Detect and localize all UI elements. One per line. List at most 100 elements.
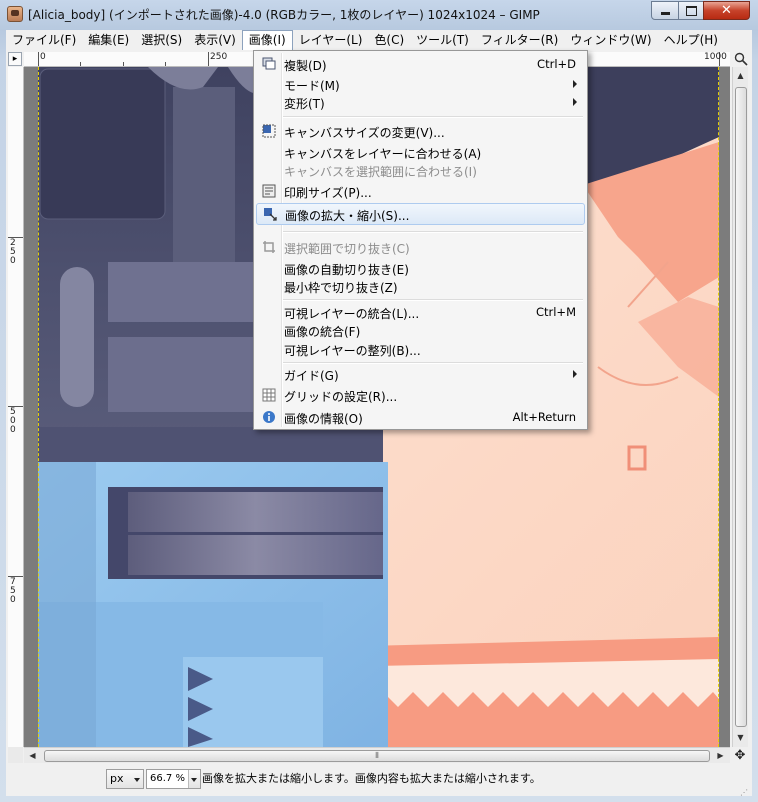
ruler-tick	[208, 52, 209, 66]
crop-icon	[263, 241, 275, 253]
resize-grip-icon[interactable]: ⋰	[740, 788, 752, 798]
menu-item-label: 最小枠で切り抜き(Z)	[284, 281, 398, 295]
menu-item-print-size[interactable]: 印刷サイズ(P)...	[256, 181, 585, 201]
menu-edit[interactable]: 編集(E)	[82, 30, 135, 50]
menu-help[interactable]: ヘルプ(H)	[658, 30, 724, 50]
ruler-label-v500: 500	[10, 407, 16, 435]
menu-select[interactable]: 選択(S)	[135, 30, 188, 50]
menu-tools[interactable]: ツール(T)	[410, 30, 475, 50]
menu-item-label: 変形(T)	[284, 97, 325, 111]
chevron-down-icon	[134, 778, 140, 782]
menu-item-accel: Alt+Return	[512, 410, 576, 424]
quick-mask-toggle[interactable]: ▸	[8, 52, 22, 66]
magnifier-icon	[734, 52, 748, 66]
scroll-down-arrow-icon[interactable]: ▼	[733, 729, 748, 746]
zoom-image-button[interactable]	[734, 52, 748, 66]
zoom-select[interactable]: 66.7 %	[146, 769, 201, 789]
menu-item-accel: Ctrl+D	[537, 57, 576, 71]
print-size-icon	[262, 184, 276, 198]
status-message: 画像を拡大または縮小します。画像内容も拡大または縮小されます。	[202, 772, 541, 785]
duplicate-icon	[262, 57, 276, 70]
canvas-size-icon	[262, 124, 276, 138]
ruler-tick	[38, 52, 39, 66]
ruler-label-1000: 1000	[704, 52, 727, 62]
navigate-icon[interactable]: ✥	[732, 747, 748, 763]
scale-image-icon	[264, 208, 277, 221]
menu-separator	[283, 116, 583, 118]
scroll-right-arrow-icon[interactable]: ▶	[712, 748, 729, 763]
scroll-up-arrow-icon[interactable]: ▲	[733, 67, 748, 84]
menu-item-canvas-size[interactable]: キャンバスサイズの変更(V)...	[256, 121, 585, 141]
menu-file[interactable]: ファイル(F)	[6, 30, 82, 50]
menu-item-autocrop-image[interactable]: 画像の自動切り抜き(E)	[256, 258, 585, 278]
ruler-label-250: 250	[210, 52, 228, 62]
horizontal-scroll-thumb[interactable]: ⦀	[44, 750, 710, 762]
info-icon	[263, 411, 275, 423]
menu-item-label: キャンバスを選択範囲に合わせる(I)	[284, 165, 477, 179]
menu-item-duplicate[interactable]: 複製(D) Ctrl+D	[256, 54, 585, 74]
menu-item-mode[interactable]: モード(M)	[256, 74, 585, 94]
menu-item-accel: Ctrl+M	[535, 305, 576, 319]
window-title: [Alicia_body] (インポートされた画像)-4.0 (RGBカラー, …	[28, 8, 540, 22]
menu-item-label: グリッドの設定(R)...	[284, 390, 398, 404]
menu-windows[interactable]: ウィンドウ(W)	[564, 30, 657, 50]
minimize-button[interactable]	[651, 1, 679, 20]
menu-item-label: 画像の情報(O)	[284, 412, 363, 426]
menu-item-guides[interactable]: ガイド(G)	[256, 364, 585, 384]
menu-view[interactable]: 表示(V)	[188, 30, 242, 50]
menu-item-label: 複製(D)	[284, 59, 327, 73]
ruler-tick	[123, 62, 124, 66]
close-button[interactable]: ✕	[703, 1, 750, 20]
menu-item-image-properties[interactable]: 画像の情報(O) Alt+Return	[256, 407, 585, 427]
menu-item-label: キャンバスサイズの変更(V)...	[284, 126, 445, 140]
unit-value: px	[110, 772, 124, 785]
menu-image[interactable]: 画像(I)	[241, 30, 293, 50]
menu-item-label: 画像の拡大・縮小(S)...	[285, 209, 410, 223]
ruler-label-0: 0	[40, 52, 46, 62]
menu-colors[interactable]: 色(C)	[368, 30, 410, 50]
vertical-ruler[interactable]: 250 500 750	[8, 67, 24, 747]
zoom-value: 66.7 %	[150, 773, 185, 784]
menu-item-configure-grid[interactable]: グリッドの設定(R)...	[256, 385, 585, 405]
menu-item-label: 画像の統合(F)	[284, 325, 361, 339]
menu-item-fit-canvas-to-layers[interactable]: キャンバスをレイヤーに合わせる(A)	[256, 142, 585, 162]
menu-item-merge-visible-layers[interactable]: 可視レイヤーの統合(L)... Ctrl+M	[256, 302, 585, 322]
menu-item-crop-to-selection: 選択範囲で切り抜き(C)	[256, 237, 585, 257]
horizontal-scrollbar[interactable]: ◀ ⦀ ▶	[24, 747, 730, 763]
scroll-corner	[8, 747, 23, 763]
menu-layer[interactable]: レイヤー(L)	[293, 30, 369, 50]
menu-separator	[283, 299, 583, 301]
ruler-label-v250: 250	[10, 238, 16, 266]
menu-separator	[283, 231, 583, 233]
menu-item-scale-image[interactable]: 画像の拡大・縮小(S)...	[256, 203, 585, 225]
scroll-left-arrow-icon[interactable]: ◀	[24, 748, 41, 763]
maximize-button[interactable]	[678, 1, 704, 20]
submenu-arrow-icon	[573, 80, 577, 88]
ruler-tick	[165, 62, 166, 66]
menu-item-fit-canvas-to-selection: キャンバスを選択範囲に合わせる(I)	[256, 160, 585, 180]
grid-icon	[262, 388, 276, 402]
menu-item-label: 印刷サイズ(P)...	[284, 186, 372, 200]
menu-item-transform[interactable]: 変形(T)	[256, 92, 585, 112]
submenu-arrow-icon	[573, 98, 577, 106]
menu-item-label: 可視レイヤーの整列(B)...	[284, 344, 421, 358]
vertical-scrollbar[interactable]: ▲ ▼	[732, 67, 748, 747]
gimp-window: [Alicia_body] (インポートされた画像)-4.0 (RGBカラー, …	[0, 0, 758, 802]
menu-item-align-visible-layers[interactable]: 可視レイヤーの整列(B)...	[256, 339, 585, 359]
image-menu-dropdown: 複製(D) Ctrl+D モード(M) 変形(T) キャンバスサイズの変更(V)…	[253, 50, 588, 430]
close-icon: ✕	[721, 3, 732, 18]
menu-item-zealous-crop[interactable]: 最小枠で切り抜き(Z)	[256, 276, 585, 296]
minimize-icon	[660, 12, 670, 15]
gimp-app-icon[interactable]	[7, 6, 23, 22]
zoom-dropdown-button[interactable]	[188, 770, 200, 788]
maximize-icon	[685, 5, 697, 16]
submenu-arrow-icon	[573, 370, 577, 378]
ruler-tick	[80, 62, 81, 66]
menu-item-label: 選択範囲で切り抜き(C)	[284, 242, 410, 256]
menu-item-flatten-image[interactable]: 画像の統合(F)	[256, 320, 585, 340]
unit-select[interactable]: px	[106, 769, 144, 789]
menu-filters[interactable]: フィルター(R)	[475, 30, 564, 50]
vertical-scroll-thumb[interactable]	[735, 87, 747, 727]
ruler-label-v750: 750	[10, 577, 16, 605]
title-bar: [Alicia_body] (インポートされた画像)-4.0 (RGBカラー, …	[0, 0, 758, 28]
